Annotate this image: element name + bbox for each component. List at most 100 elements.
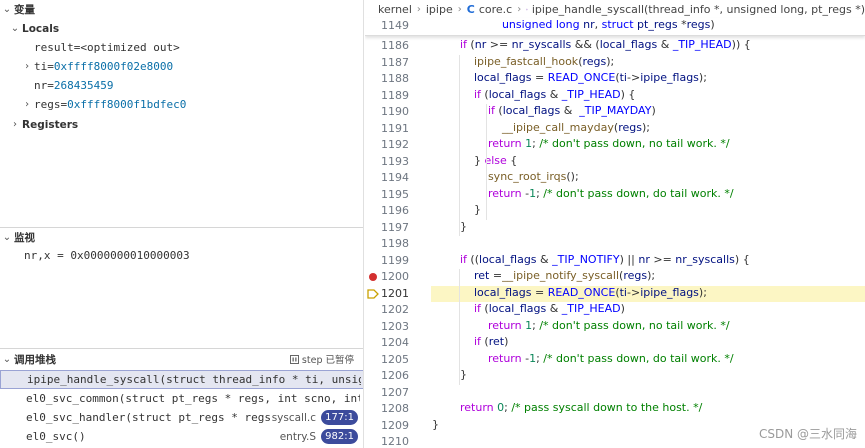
breakpoint-icon[interactable]: [369, 273, 377, 281]
chevron-down-icon[interactable]: ⌄: [0, 354, 14, 365]
call-stack-title: 调用堆栈: [14, 353, 56, 366]
editor-pane: kernel › ipipe › C core.c › ipipe_handle…: [365, 0, 865, 448]
registers-group[interactable]: › Registers: [8, 115, 78, 134]
indent-guide: [459, 269, 460, 385]
frame-file: entry.S: [279, 430, 316, 443]
call-stack-frame[interactable]: el0_svc_common(struct pt_regs * regs, in…: [0, 389, 363, 408]
chevron-right-icon: ›: [416, 3, 421, 15]
line-number: 1199: [381, 253, 409, 267]
function-symbol-icon: [526, 8, 528, 10]
chevron-right-icon: ›: [457, 3, 462, 15]
watermark: CSDN @三水同海: [758, 427, 857, 441]
line-number: 1204: [381, 336, 409, 349]
sticky-scroll-header[interactable]: 1149 unsigned long nr, struct pt_regs *r…: [365, 18, 865, 36]
line-number: 1188: [381, 72, 409, 85]
chevron-down-icon[interactable]: ⌄: [0, 232, 14, 243]
current-execution-arrow-icon: [367, 288, 379, 299]
code-text: } else {: [473, 153, 518, 167]
code-text: local_flags = READ_ONCE(ti->ipipe_flags)…: [473, 71, 707, 84]
code-text: }: [432, 417, 439, 431]
code-text: if (local_flags & _TIP_HEAD): [473, 302, 625, 315]
variable-value: 268435459: [53, 79, 114, 92]
code-text: return -1; /* don't pass down, do tail w…: [487, 351, 734, 365]
code-text: if (nr >= nr_syscalls && (local_flags & …: [459, 38, 751, 51]
chevron-right-icon[interactable]: ›: [8, 119, 22, 130]
variable-name: ti: [34, 60, 48, 73]
code-text: return 1; /* don't pass down, no tail wo…: [487, 137, 730, 150]
line-number: 1186: [381, 39, 409, 52]
line-number: 1196: [381, 204, 409, 217]
call-stack-frame[interactable]: ipipe_handle_syscall(struct thread_info …: [0, 370, 363, 389]
code-text: ret =__ipipe_notify_syscall(regs);: [473, 269, 656, 282]
code-text: if (ret): [473, 335, 509, 348]
line-number: 1190: [381, 105, 409, 118]
chevron-down-icon[interactable]: ⌄: [0, 4, 14, 15]
chevron-right-icon[interactable]: ›: [20, 99, 34, 110]
code-text: if (local_flags & _TIP_MAYDAY): [487, 104, 656, 117]
watch-title: 监视: [14, 231, 35, 244]
indent-guide: [486, 104, 487, 220]
variable-value: <optimized out>: [80, 41, 180, 54]
line-number: 1203: [381, 319, 409, 333]
code-text: }: [459, 219, 467, 233]
section-divider: [0, 348, 363, 349]
sticky-code: unsigned long nr, struct pt_regs *regs): [501, 18, 715, 31]
frame-position-badge: 982:1: [321, 429, 358, 444]
variable-row[interactable]: › ti = 0xffff8000f02e8000: [20, 57, 173, 76]
line-number: 1200: [381, 270, 409, 283]
chevron-down-icon[interactable]: ⌄: [8, 23, 22, 34]
line-number: 1202: [381, 303, 409, 316]
variable-value: 0xffff8000f1bdfec0: [67, 98, 187, 111]
variable-equals: =: [73, 41, 81, 54]
frame-function: el0_svc_common(struct pt_regs * regs, in…: [26, 392, 360, 405]
variable-row[interactable]: nr = 268435459: [20, 76, 113, 95]
code-text: __ipipe_call_mayday(regs);: [501, 120, 650, 134]
call-stack-frame[interactable]: el0_svc_handler(struct pt_regs * regs) sy…: [0, 408, 363, 427]
frame-file: syscall.c: [271, 411, 316, 424]
locals-group[interactable]: ⌄ Locals: [8, 19, 59, 38]
chevron-right-icon[interactable]: ›: [20, 61, 34, 72]
variable-equals: =: [60, 98, 68, 111]
code-text: if (local_flags & _TIP_HEAD) {: [473, 87, 636, 101]
watch-expression[interactable]: nr,x = 0x0000000010000003: [24, 246, 190, 265]
watch-section-header[interactable]: ⌄ 监视: [0, 228, 363, 246]
code-text: sync_root_irqs();: [487, 170, 579, 183]
variable-row[interactable]: › regs = 0xffff8000f1bdfec0: [20, 95, 186, 114]
line-number: 1195: [381, 187, 409, 201]
line-number: 1208: [381, 402, 409, 415]
breadcrumb-folder-kernel[interactable]: kernel: [378, 3, 412, 16]
breadcrumb-symbol[interactable]: ipipe_handle_syscall(thread_info *, unsi…: [532, 3, 865, 16]
locals-label: Locals: [22, 22, 60, 35]
call-stack-frame[interactable]: el0_svc() entry.S 982:1: [0, 427, 363, 446]
code-text: local_flags = READ_ONCE(ti->ipipe_flags)…: [473, 285, 707, 299]
line-number: 1206: [381, 369, 409, 382]
variables-title: 变量: [14, 3, 35, 16]
code-text: if ((local_flags & _TIP_NOTIFY) || nr >=…: [459, 252, 750, 266]
call-stack-section-header[interactable]: ⌄ 调用堆栈 step 已暂停: [0, 350, 363, 368]
paused-label: step 已暂停: [301, 355, 354, 366]
code-text: return 1; /* don't pass down, no tail wo…: [487, 318, 730, 332]
variable-equals: =: [47, 79, 54, 92]
breadcrumb-file[interactable]: core.c: [479, 3, 512, 16]
variables-section-header[interactable]: ⌄ 变量: [0, 0, 363, 18]
paused-status: step 已暂停: [289, 352, 354, 366]
debug-sidebar: ⌄ 变量 ⌄ Locals result = <optimized out> › t…: [0, 0, 364, 448]
code-text: return -1; /* don't pass down, do tail w…: [487, 186, 734, 200]
variable-equals: =: [47, 60, 54, 73]
line-number: 1198: [381, 237, 409, 250]
frame-function: ipipe_handle_syscall(struct thread_info …: [27, 373, 361, 386]
variable-row[interactable]: result = <optimized out>: [20, 38, 180, 57]
line-number: 1210: [381, 435, 409, 448]
indent-guide: [459, 54, 460, 236]
c-file-icon: C: [466, 2, 475, 16]
line-number: 1187: [381, 55, 409, 69]
line-number: 1191: [381, 121, 409, 135]
watch-expression-text: nr,x = 0x0000000010000003: [24, 249, 190, 262]
line-number: 1192: [381, 138, 409, 151]
breadcrumb-folder-ipipe[interactable]: ipipe: [426, 3, 453, 16]
chevron-right-icon: ›: [517, 3, 522, 15]
code-text: }: [459, 368, 467, 381]
line-number: 1194: [381, 171, 409, 184]
